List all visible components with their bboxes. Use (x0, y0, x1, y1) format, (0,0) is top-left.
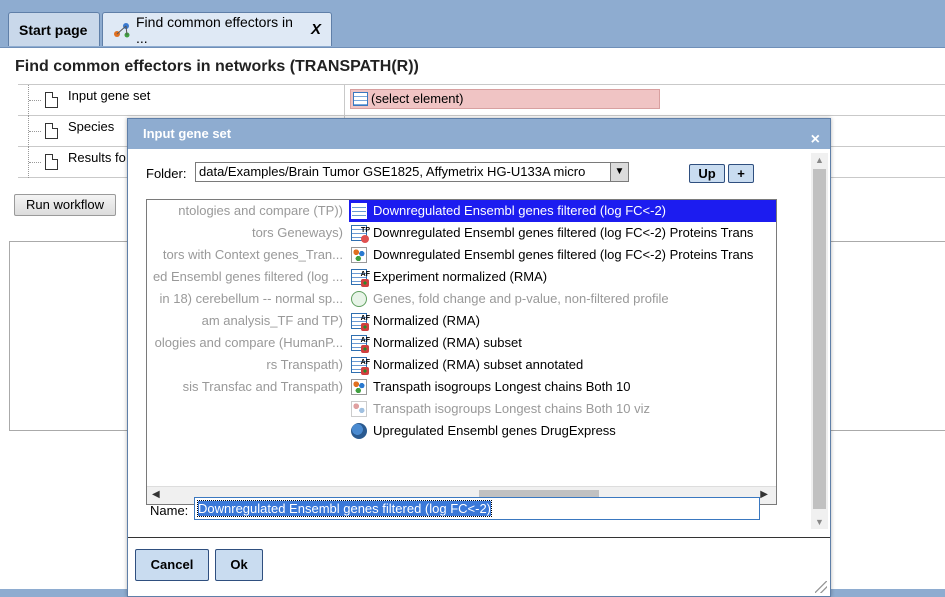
dialog-title: Input gene set (143, 126, 232, 141)
af-table-icon (351, 332, 370, 353)
dialog-title-bar[interactable]: Input gene set × (128, 119, 830, 149)
network-icon (351, 379, 367, 395)
network-icon (351, 247, 367, 263)
dialog-body: Folder: data/Examples/Brain Tumor GSE182… (128, 149, 830, 529)
resize-grip-icon[interactable] (815, 581, 827, 593)
run-workflow-button[interactable]: Run workflow (14, 194, 116, 216)
select-element-text: (select element) (371, 91, 464, 106)
af-table-icon (351, 310, 370, 331)
list-item[interactable]: Upregulated Ensembl genes DrugExpress (349, 420, 776, 442)
list-item-selected[interactable]: Downregulated Ensembl genes filtered (lo… (349, 200, 776, 222)
page-title: Find common effectors in networks (TRANS… (15, 58, 419, 75)
ok-button[interactable]: Ok (215, 549, 263, 581)
list-item[interactable]: Transpath isogroups Longest chains Both … (349, 398, 776, 420)
element-list: ntologies and compare (TP)) tors Geneway… (146, 199, 777, 505)
param-label: Species (68, 119, 115, 134)
list-item-label: Genes, fold change and p-value, non-filt… (373, 291, 669, 306)
list-item[interactable]: Normalized (RMA) subset (349, 332, 776, 354)
left-column-list: ntologies and compare (TP)) tors Geneway… (147, 200, 347, 398)
vertical-scrollbar[interactable]: ▲ ▼ (811, 153, 828, 529)
profile-icon (351, 291, 367, 307)
document-icon (45, 92, 58, 108)
list-item[interactable]: ntologies and compare (TP)) (147, 200, 347, 222)
document-icon (45, 123, 58, 139)
scroll-right-icon[interactable]: ▶ (760, 489, 768, 500)
list-item[interactable]: rs Transpath) (147, 354, 347, 376)
document-icon (45, 154, 58, 170)
up-button[interactable]: Up (689, 164, 725, 183)
scroll-left-icon[interactable]: ◀ (152, 489, 160, 500)
list-item[interactable]: Downregulated Ensembl genes filtered (lo… (349, 222, 776, 244)
list-item[interactable]: am analysis_TF and TP) (147, 310, 347, 332)
cancel-button[interactable]: Cancel (135, 549, 209, 581)
tab-label: Find common effectors in ... (136, 13, 293, 46)
tp-table-icon (351, 222, 370, 243)
close-tab-icon[interactable]: X (311, 21, 321, 38)
list-item-label: Experiment normalized (RMA) (373, 269, 548, 284)
tree-connector (28, 116, 44, 147)
af-table-icon (351, 266, 370, 287)
list-item-label: Transpath isogroups Longest chains Both … (373, 379, 631, 394)
list-item[interactable]: Experiment normalized (RMA) (349, 266, 776, 288)
list-item[interactable]: Normalized (RMA) (349, 310, 776, 332)
list-item[interactable]: sis Transfac and Transpath) (147, 376, 347, 398)
viz-icon (351, 401, 367, 417)
drug-icon (351, 423, 367, 439)
list-item[interactable]: Genes, fold change and p-value, non-filt… (349, 288, 776, 310)
list-item[interactable]: in 18) cerebellum -- normal sp... (147, 288, 347, 310)
list-item[interactable]: Normalized (RMA) subset annotated (349, 354, 776, 376)
list-item[interactable]: tors with Context genes_Tran... (147, 244, 347, 266)
name-input[interactable]: Downregulated Ensembl genes filtered (lo… (194, 497, 760, 520)
dropdown-arrow-icon[interactable]: ▼ (610, 163, 628, 181)
scroll-thumb[interactable] (813, 169, 826, 509)
table-icon (353, 92, 368, 106)
tab-label: Start page (19, 21, 88, 38)
list-item[interactable]: tors Geneways) (147, 222, 347, 244)
list-item[interactable]: Transpath isogroups Longest chains Both … (349, 376, 776, 398)
tab-find-common-effectors[interactable]: Find common effectors in ... X (102, 12, 332, 46)
list-item[interactable]: Downregulated Ensembl genes filtered (lo… (349, 244, 776, 266)
scroll-up-icon[interactable]: ▲ (815, 155, 824, 165)
list-item-label: Upregulated Ensembl genes DrugExpress (373, 423, 616, 438)
folder-value: data/Examples/Brain Tumor GSE1825, Affym… (199, 164, 586, 179)
workflow-icon (113, 21, 131, 39)
right-column-list: Downregulated Ensembl genes filtered (lo… (349, 200, 776, 442)
table-icon (351, 203, 367, 219)
list-item[interactable]: ed Ensembl genes filtered (log ... (147, 266, 347, 288)
tree-connector (28, 85, 44, 116)
input-gene-set-dialog: Input gene set × Folder: data/Examples/B… (127, 118, 831, 597)
name-input-value: Downregulated Ensembl genes filtered (lo… (196, 500, 493, 517)
param-row-input-gene-set[interactable]: Input gene set (select element) (18, 85, 945, 116)
tree-connector (28, 147, 44, 178)
name-label: Name: (150, 503, 189, 518)
af-table-icon (351, 354, 370, 375)
list-item-label: Downregulated Ensembl genes filtered (lo… (373, 203, 667, 218)
list-item[interactable]: ologies and compare (HumanP... (147, 332, 347, 354)
dialog-divider (128, 537, 830, 538)
new-folder-button[interactable]: + (728, 164, 754, 183)
select-element-field[interactable]: (select element) (350, 89, 660, 109)
list-item-label: Normalized (RMA) subset (373, 335, 522, 350)
tab-start-page[interactable]: Start page (8, 12, 100, 46)
tab-strip: Start page Find common effectors in ... … (0, 0, 945, 48)
list-item-label: Normalized (RMA) subset annotated (373, 357, 584, 372)
param-label: Input gene set (68, 88, 151, 103)
folder-dropdown[interactable]: data/Examples/Brain Tumor GSE1825, Affym… (195, 162, 629, 182)
param-label: Results fo (68, 150, 126, 165)
list-item-label: Transpath isogroups Longest chains Both … (373, 401, 651, 416)
list-item-label: Downregulated Ensembl genes filtered (lo… (373, 225, 754, 240)
list-item-label: Downregulated Ensembl genes filtered (lo… (373, 247, 754, 262)
folder-label: Folder: (146, 166, 187, 181)
list-item-label: Normalized (RMA) (373, 313, 480, 328)
scroll-down-icon[interactable]: ▼ (815, 517, 824, 527)
